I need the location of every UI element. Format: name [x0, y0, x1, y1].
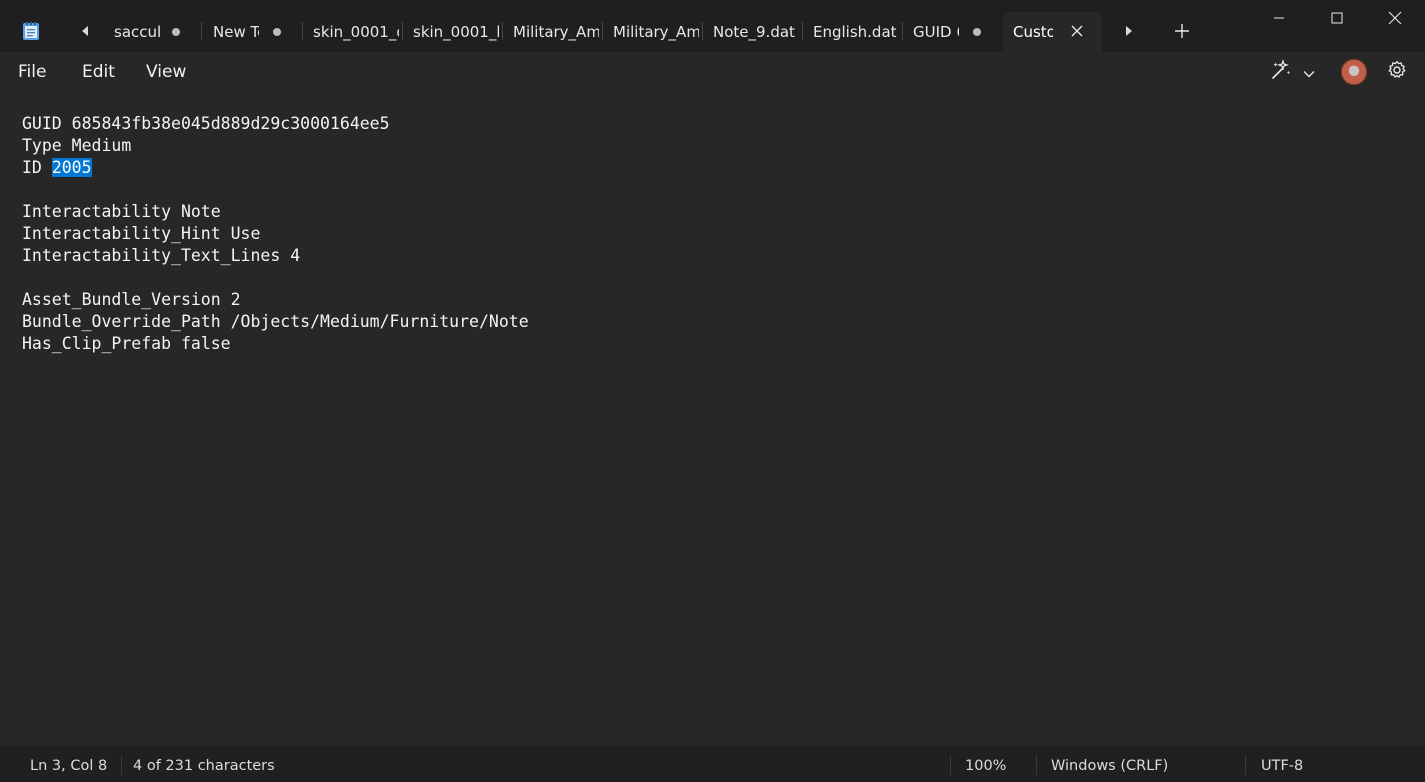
doc-line-text: ID [22, 158, 52, 177]
avatar [1341, 59, 1367, 85]
tab-label: skin_0001_de [313, 23, 399, 41]
tab-skin-0001-ke[interactable]: skin_0001_ke [403, 12, 501, 52]
doc-line: Interactability_Text_Lines 4 [22, 246, 301, 265]
character-count[interactable]: 4 of 231 characters [133, 758, 275, 774]
tab-new-text[interactable]: New Te [203, 12, 299, 52]
text-editor[interactable]: GUID 685843fb38e045d889d29c3000164ee5 Ty… [0, 92, 1425, 746]
menu-file[interactable]: File [18, 62, 46, 82]
scroll-tabs-right-icon[interactable] [1120, 22, 1138, 40]
tab-label: Military_Ame [513, 23, 599, 41]
minimize-button[interactable] [1250, 0, 1308, 36]
tab-note-9[interactable]: Note_9.dat [703, 12, 801, 52]
tab-military-ame-2[interactable]: Military_Ame [603, 12, 701, 52]
tab-separator [201, 22, 202, 40]
tab-label: GUID 6 [913, 23, 959, 41]
close-window-button[interactable] [1366, 0, 1424, 36]
text-selection: 2005 [51, 158, 92, 177]
line-ending[interactable]: Windows (CRLF) [1051, 758, 1168, 774]
close-tab-icon[interactable] [1070, 24, 1084, 38]
menu-bar: File Edit View [0, 52, 1425, 92]
doc-line: Asset_Bundle_Version 2 [22, 290, 241, 309]
status-separator [121, 755, 122, 775]
doc-line: Interactability_Hint Use [22, 224, 261, 243]
tab-label: English.dat [813, 23, 897, 41]
unsaved-dot-icon [273, 28, 281, 36]
tab-label: sacculu [114, 23, 160, 41]
doc-line: Bundle_Override_Path /Objects/Medium/Fur… [22, 312, 529, 331]
zoom-level[interactable]: 100% [965, 758, 1006, 774]
account-button[interactable] [1340, 58, 1368, 86]
doc-line: Has_Clip_Prefab false [22, 334, 231, 353]
close-icon [1388, 11, 1402, 25]
maximize-button[interactable] [1308, 0, 1366, 36]
status-separator [950, 755, 951, 775]
gear-icon [1387, 60, 1407, 84]
chevron-down-icon [1303, 63, 1315, 82]
minimize-icon [1274, 17, 1284, 19]
tab-label: Custo [1013, 23, 1053, 41]
maximize-icon [1331, 12, 1343, 24]
tab-sacculu[interactable]: sacculu [104, 12, 200, 52]
tab-guid[interactable]: GUID 6 [903, 12, 999, 52]
doc-line: Type Medium [22, 136, 132, 155]
doc-line: ID 2005 [22, 157, 92, 179]
tab-military-ame-1[interactable]: Military_Ame [503, 12, 601, 52]
tab-label: New Te [213, 23, 259, 41]
copilot-sparkle-icon [1269, 58, 1295, 86]
menu-edit[interactable]: Edit [82, 62, 115, 82]
doc-line: Interactability Note [22, 202, 221, 221]
tab-label: skin_0001_ke [413, 23, 499, 41]
status-bar: Ln 3, Col 8 4 of 231 characters 100% Win… [0, 746, 1425, 782]
tab-skin-0001-de[interactable]: skin_0001_de [303, 12, 401, 52]
status-separator [1245, 755, 1246, 775]
encoding[interactable]: UTF-8 [1261, 758, 1303, 774]
tab-label: Military_Ame [613, 23, 699, 41]
settings-button[interactable] [1384, 58, 1410, 86]
add-tab-icon[interactable] [1173, 22, 1191, 40]
tab-english[interactable]: English.dat [803, 12, 901, 52]
notepad-window: sacculu New Te skin_0001_de skin_0001_ke… [0, 0, 1425, 782]
unsaved-dot-icon [973, 28, 981, 36]
doc-line: GUID 685843fb38e045d889d29c3000164ee5 [22, 114, 390, 133]
cursor-position[interactable]: Ln 3, Col 8 [30, 758, 107, 774]
scroll-tabs-left-icon[interactable] [76, 22, 94, 40]
tab-label: Note_9.dat [713, 23, 795, 41]
notepad-icon [22, 21, 40, 41]
tab-custom-active[interactable]: Custo [1003, 12, 1102, 52]
status-separator [1036, 755, 1037, 775]
title-bar: sacculu New Te skin_0001_de skin_0001_ke… [0, 0, 1425, 52]
unsaved-dot-icon [172, 28, 180, 36]
copilot-button[interactable] [1262, 58, 1322, 86]
menu-view[interactable]: View [146, 62, 186, 82]
